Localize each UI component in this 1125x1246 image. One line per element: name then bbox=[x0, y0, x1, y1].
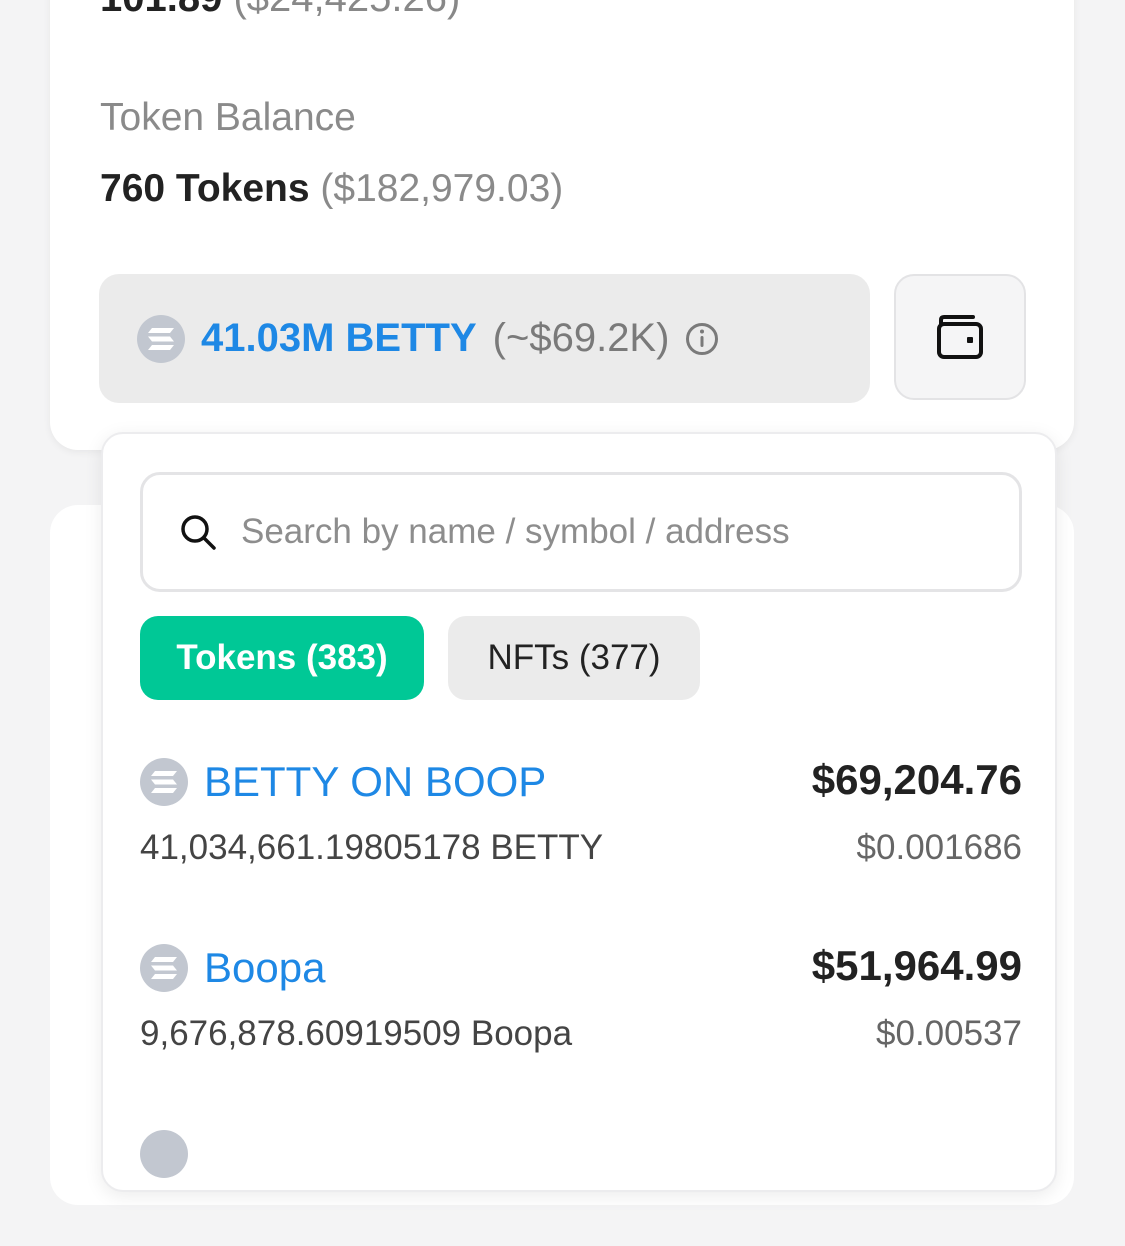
wallet-icon bbox=[937, 315, 983, 359]
token-value: $51,964.99 bbox=[811, 942, 1022, 989]
token-value: $69,204.76 bbox=[811, 756, 1022, 803]
solana-icon bbox=[137, 314, 185, 363]
token-row-boopa[interactable]: Boopa 9,676,878.60919509 Boopa $51,964.9… bbox=[140, 930, 1022, 1060]
token-selector[interactable]: 41.03M BETTY (~$69.2K) bbox=[99, 274, 870, 403]
selected-token-usd: (~$69.2K) bbox=[492, 316, 670, 360]
token-price: $0.001686 bbox=[856, 828, 1022, 867]
solana-icon bbox=[140, 758, 188, 806]
solana-icon bbox=[140, 944, 188, 992]
token-row-betty[interactable]: BETTY ON BOOP 41,034,661.19805178 BETTY … bbox=[140, 744, 1022, 874]
token-balance: 760 Tokens ($182,979.03) bbox=[100, 167, 563, 211]
search-icon bbox=[181, 515, 216, 550]
token-balance-label: Token Balance bbox=[100, 96, 356, 139]
token-name: BETTY ON BOOP bbox=[204, 758, 547, 805]
info-icon[interactable] bbox=[685, 322, 719, 356]
sol-balance-amount: 101.89 bbox=[100, 0, 222, 20]
selected-token-amount: 41.03M BETTY bbox=[201, 316, 477, 360]
token-price: $0.00537 bbox=[876, 1014, 1022, 1053]
token-name: Boopa bbox=[204, 944, 326, 991]
token-amount: 9,676,878.60919509 Boopa bbox=[140, 1014, 573, 1053]
token-balance-count: 760 Tokens bbox=[100, 167, 310, 210]
token-balance-usd: ($182,979.03) bbox=[320, 167, 564, 210]
token-amount: 41,034,661.19805178 BETTY bbox=[140, 828, 604, 867]
token-dropdown: Tokens (383) NFTs (377) BETTY ON BOOP 41… bbox=[101, 432, 1057, 1192]
sol-balance-usd: ($24,425.26) bbox=[233, 0, 460, 20]
search-input[interactable] bbox=[241, 512, 981, 552]
wallet-button[interactable] bbox=[894, 274, 1026, 400]
token-row-partial[interactable] bbox=[140, 1116, 1022, 1246]
tab-nfts[interactable]: NFTs (377) bbox=[448, 616, 700, 700]
solana-icon bbox=[140, 1130, 188, 1178]
tab-tokens[interactable]: Tokens (383) bbox=[140, 616, 424, 700]
search-box[interactable] bbox=[140, 472, 1022, 592]
sol-balance: 101.89 ($24,425.26) bbox=[100, 0, 460, 18]
